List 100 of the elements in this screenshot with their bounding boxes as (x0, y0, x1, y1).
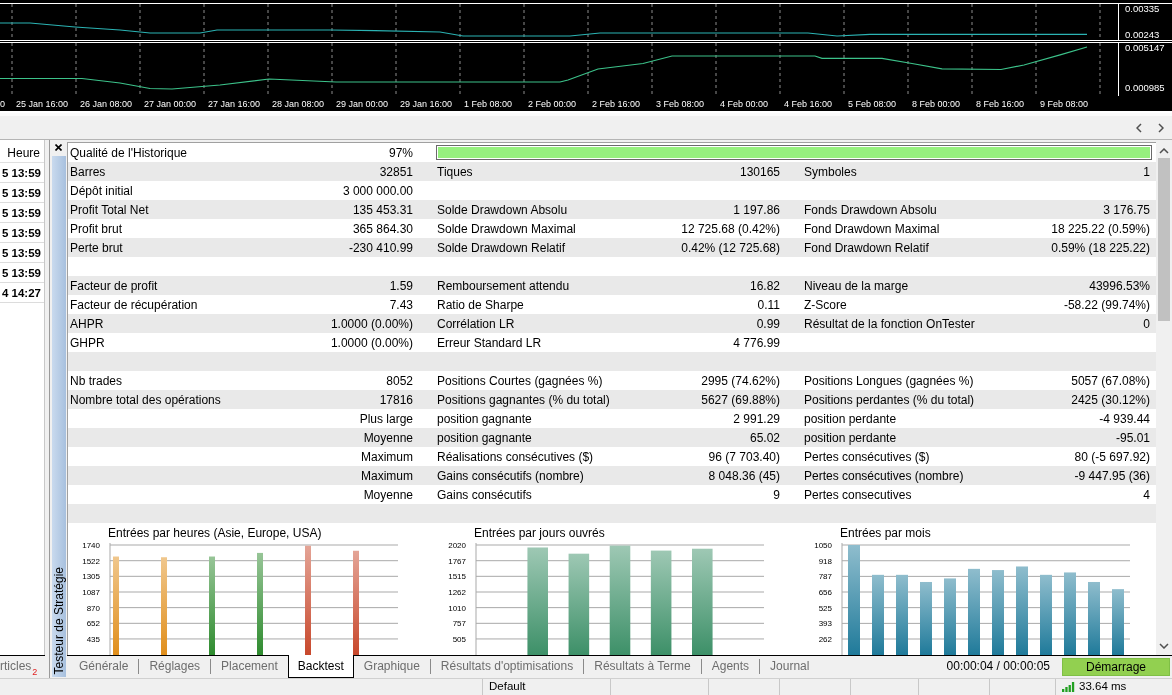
count-label: 2 (32, 667, 38, 677)
stat-label: Positions gagnantes (% du total) (437, 392, 610, 407)
stat-label: Positions Longues (gagnées %) (804, 373, 974, 388)
stat-label: Résultat de la fonction OnTester (804, 316, 975, 331)
stat-value: 1.0000 (0.00%) (330, 335, 413, 350)
axis-label: 652 (86, 619, 100, 629)
time-axis-label: 27 Jan 16:00 (208, 99, 261, 110)
stat-label: position gagnante (437, 430, 532, 445)
list-cell: 5 13:59 (0, 183, 44, 203)
stat-value: 0.99 (756, 316, 780, 331)
stat-label: Fonds Drawdown Absolu (804, 202, 937, 217)
list-cell: 5 13:59 (0, 263, 44, 283)
time-axis-label: 25 Jan 16:00 (16, 99, 69, 110)
stat-value: 8052 (386, 373, 413, 388)
axis-label: 918 (818, 556, 832, 566)
stat-value: Moyenne (363, 487, 413, 502)
tab[interactable]: Journal (760, 655, 820, 678)
profile-name: Default (489, 680, 526, 693)
stat-value: 0.11 (757, 297, 780, 312)
chevron-down-icon[interactable] (1159, 643, 1169, 649)
chevron-right-icon[interactable] (1158, 122, 1164, 133)
axis-label: 505 (452, 634, 466, 644)
stat-label: Positions Courtes (gagnées %) (437, 373, 603, 388)
stat-label: Solde Drawdown Absolu (437, 202, 568, 217)
stat-label: Erreur Standard LR (437, 335, 542, 350)
stat-label: GHPR (70, 335, 105, 350)
axis-label: 870 (86, 603, 100, 613)
tab[interactable]: Backtest (287, 655, 354, 678)
stat-value: 9 (773, 487, 780, 502)
stat-label: position gagnante (437, 411, 532, 426)
stat-value: Maximum (361, 449, 413, 464)
tab[interactable]: Graphique (353, 655, 430, 678)
stat-value: 4 (1143, 487, 1150, 502)
time-axis-label: 2 Feb 00:00 (528, 99, 577, 110)
column-header: Heure (0, 143, 44, 163)
stat-label: Symboles (804, 164, 857, 179)
tab[interactable]: Résultats d'optimisations (430, 655, 584, 678)
stat-label: Perte brut (70, 240, 123, 255)
stat-value: -9 447.95 (36) (1074, 468, 1150, 483)
stat-label: Nb trades (70, 373, 123, 388)
list-cell: 5 13:59 (0, 243, 44, 263)
start-button[interactable]: Démarrage (1062, 658, 1170, 676)
time-axis-label: 3 Feb 08:00 (656, 99, 705, 110)
time-axis-label: 29 Jan 00:00 (336, 99, 389, 110)
stat-value: 96 (7 703.40) (708, 449, 780, 464)
chart-title: Entrées par mois (840, 526, 931, 540)
stat-value: 12 725.68 (0.42%) (681, 221, 780, 236)
axis-label: 1010 (448, 603, 466, 613)
time-axis-label: 8 Feb 00:00 (912, 99, 961, 110)
stat-value: 4 776.99 (733, 335, 780, 350)
close-icon[interactable] (55, 144, 62, 151)
axis-label: 1305 (82, 572, 100, 582)
stat-value: 135 453.31 (352, 202, 413, 217)
stat-label: Facteur de récupération (70, 297, 198, 312)
stat-value: -95.01 (1115, 430, 1150, 445)
stat-value: 130165 (739, 164, 780, 179)
stat-value: -4 939.44 (1099, 411, 1150, 426)
axis-label: 787 (818, 572, 832, 582)
stat-value: 5057 (67.08%) (1071, 373, 1150, 388)
time-axis-label: 1 Feb 08:00 (464, 99, 513, 110)
axis-label: 1767 (448, 556, 466, 566)
tab[interactable]: Réglages (139, 655, 211, 678)
panel-tab[interactable]: rticles (0, 659, 32, 674)
stat-label: Pertes consecutives (804, 487, 912, 502)
list-cell: 5 13:59 (0, 203, 44, 223)
stat-value: 0 (1143, 316, 1150, 331)
axis-label: 393 (818, 619, 832, 629)
stat-value: 365 864.30 (352, 221, 413, 236)
tab[interactable]: Résultats à Terme (584, 655, 701, 678)
stat-label: Qualité de l'Historique (70, 145, 188, 160)
time-axis-label: 28 Jan 08:00 (272, 99, 325, 110)
time-axis-label: 0 (0, 99, 5, 110)
scrollbar-thumb[interactable] (1158, 158, 1170, 321)
time-axis-label: 26 Jan 08:00 (80, 99, 133, 110)
tab[interactable]: Agents (701, 655, 760, 678)
time-axis-label: 8 Feb 16:00 (976, 99, 1025, 110)
axis-label: 1515 (448, 572, 466, 582)
stat-label: Fond Drawdown Maximal (804, 221, 940, 236)
stat-value: 0.59% (18 225.22) (1051, 240, 1150, 255)
stat-value: 3 000 000.00 (342, 183, 413, 198)
time-axis-label: 29 Jan 16:00 (400, 99, 453, 110)
stat-label: Fond Drawdown Relatif (804, 240, 929, 255)
chevron-up-icon[interactable] (1159, 148, 1169, 154)
stat-label: Profit Total Net (70, 202, 149, 217)
stat-value: 2995 (74.62%) (701, 373, 780, 388)
stat-label: Barres (70, 164, 106, 179)
tab[interactable]: Générale (69, 655, 139, 678)
list-cell: 5 13:59 (0, 223, 44, 243)
stat-value: 0.42% (12 725.68) (681, 240, 780, 255)
tab[interactable]: Placement (211, 655, 288, 678)
stat-label: Solde Drawdown Relatif (437, 240, 566, 255)
axis-label: 1087 (82, 588, 100, 597)
list-cell: 4 14:27 (0, 283, 44, 303)
chevron-left-icon[interactable] (1136, 122, 1142, 133)
stat-value: 65.02 (749, 430, 780, 445)
stat-label: Réalisations consécutives ($) (437, 449, 594, 464)
signal-icon (1062, 682, 1075, 692)
time-axis-label: 2 Feb 16:00 (592, 99, 641, 110)
stat-value: 1.0000 (0.00%) (330, 316, 413, 331)
price-axis-label: 0.00243 (1125, 30, 1160, 40)
